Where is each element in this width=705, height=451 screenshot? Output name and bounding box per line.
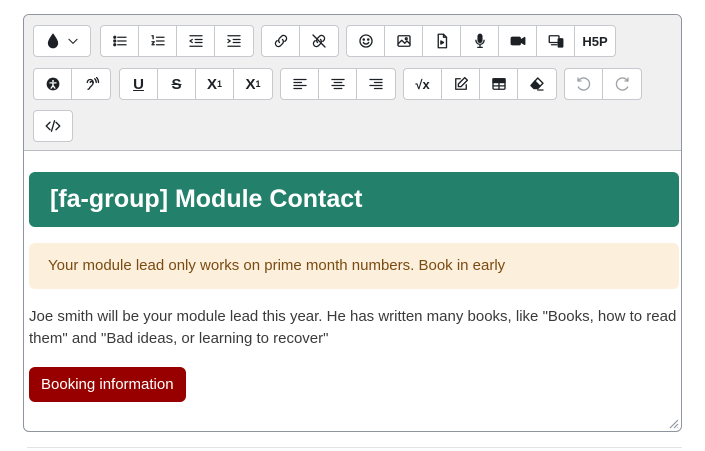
indent-icon xyxy=(227,35,241,47)
accessibility-group xyxy=(33,68,111,100)
numbered-list-button[interactable] xyxy=(139,26,177,56)
screenreader-helper-button[interactable] xyxy=(72,69,110,99)
text-color-button[interactable] xyxy=(34,26,90,56)
media-file-button[interactable] xyxy=(423,26,461,56)
video-camera-icon xyxy=(510,36,525,46)
align-left-icon xyxy=(292,78,307,90)
smiley-icon xyxy=(358,34,373,48)
table-button[interactable] xyxy=(480,69,518,99)
equation-label: √x xyxy=(415,76,430,92)
description-paragraph: Joe smith will be your module lead this … xyxy=(29,308,677,347)
undo-button[interactable] xyxy=(565,69,603,99)
rich-text-editor[interactable]: H5P U S X1 X1 √x [fa-group] Module Conta… xyxy=(23,14,682,432)
h5p-label: H5P xyxy=(582,33,608,49)
clear-formatting-button[interactable] xyxy=(518,69,556,99)
subscript-label: X xyxy=(206,75,217,93)
html-group xyxy=(33,110,73,142)
outdent-button[interactable] xyxy=(177,26,215,56)
html-source-button[interactable] xyxy=(34,111,72,141)
align-right-icon xyxy=(369,78,383,90)
underline-label: U xyxy=(133,75,144,93)
accessibility-icon xyxy=(46,77,59,91)
divider xyxy=(27,447,682,448)
alert-message: Your module lead only works on prime mon… xyxy=(29,243,679,289)
subscript-button[interactable]: X1 xyxy=(196,69,234,99)
eraser-icon xyxy=(530,77,544,91)
redo-icon xyxy=(615,77,629,91)
record-audio-button[interactable] xyxy=(461,26,499,56)
unlink-icon xyxy=(312,34,326,48)
strikethrough-button[interactable]: S xyxy=(158,69,196,99)
image-icon xyxy=(396,35,411,47)
file-icon xyxy=(437,33,447,49)
align-right-button[interactable] xyxy=(357,69,395,99)
align-left-button[interactable] xyxy=(281,69,319,99)
outdent-icon xyxy=(188,35,203,47)
edit-button[interactable] xyxy=(442,69,480,99)
code-icon xyxy=(45,120,61,132)
indent-button[interactable] xyxy=(215,26,253,56)
droplet-icon xyxy=(47,33,59,49)
table-icon xyxy=(491,78,506,90)
text-style-group: U S X1 X1 xyxy=(119,68,273,100)
alignment-group xyxy=(280,68,396,100)
text-color-group xyxy=(33,25,91,57)
record-video-button[interactable] xyxy=(499,26,537,56)
underline-button[interactable]: U xyxy=(120,69,158,99)
microphone-icon xyxy=(474,33,485,49)
chevron-down-icon xyxy=(68,38,78,44)
subscript-digit: 1 xyxy=(217,79,223,89)
module-contact-banner: [fa-group] Module Contact xyxy=(29,172,679,227)
strikethrough-label: S xyxy=(171,75,182,93)
numbered-list-icon xyxy=(150,35,165,46)
list-indent-group xyxy=(100,25,254,57)
editor-content[interactable]: [fa-group] Module Contact Your module le… xyxy=(24,151,681,431)
link-icon xyxy=(274,34,287,48)
ear-icon xyxy=(86,76,100,90)
bullet-list-button[interactable] xyxy=(101,26,139,56)
align-center-icon xyxy=(330,78,345,90)
h5p-button[interactable]: H5P xyxy=(575,26,615,56)
superscript-label: X xyxy=(245,75,256,93)
bullet-list-icon xyxy=(112,35,127,47)
superscript-button[interactable]: X1 xyxy=(234,69,272,99)
pencil-square-icon xyxy=(454,76,468,90)
accessibility-checker-button[interactable] xyxy=(34,69,72,99)
emoji-button[interactable] xyxy=(347,26,385,56)
devices-icon xyxy=(548,35,563,48)
align-center-button[interactable] xyxy=(319,69,357,99)
superscript-digit: 1 xyxy=(255,79,261,89)
editor-toolbar: H5P U S X1 X1 √x xyxy=(24,15,681,151)
equation-button[interactable]: √x xyxy=(404,69,442,99)
undo-icon xyxy=(576,77,590,91)
screen-record-button[interactable] xyxy=(537,26,575,56)
booking-information-button[interactable]: Booking information xyxy=(29,367,186,402)
unlink-button[interactable] xyxy=(300,26,338,56)
tools-group: √x xyxy=(403,68,557,100)
link-group xyxy=(261,25,339,57)
history-group xyxy=(564,68,642,100)
redo-button[interactable] xyxy=(603,69,641,99)
link-button[interactable] xyxy=(262,26,300,56)
image-button[interactable] xyxy=(385,26,423,56)
resize-handle-icon[interactable] xyxy=(667,417,679,429)
insert-group: H5P xyxy=(346,25,616,57)
